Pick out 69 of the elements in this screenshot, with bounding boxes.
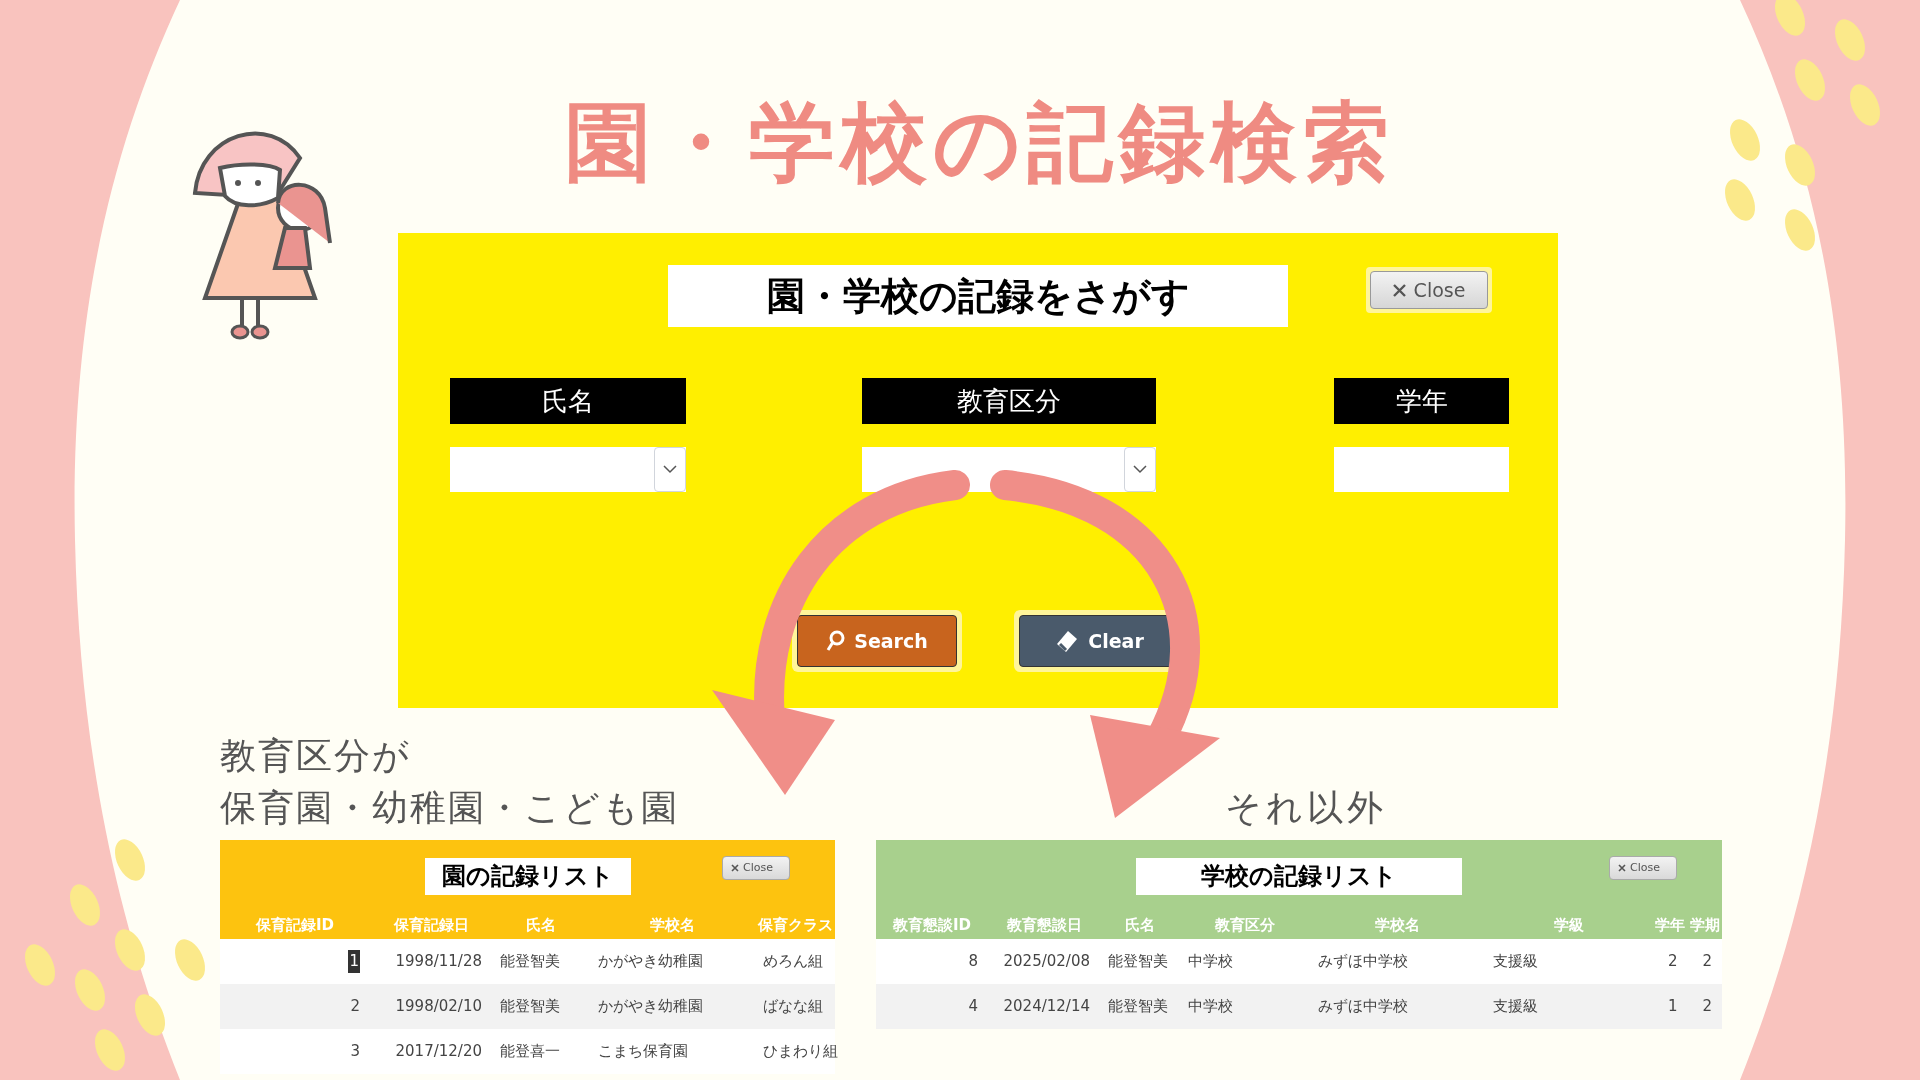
form-title: 園・学校の記録をさがす xyxy=(668,265,1288,327)
table-cell-text: みずほ中学校 xyxy=(1318,996,1408,1018)
column-header: 保育記録ID xyxy=(254,915,335,937)
table-cell-text: 1998/11/28 xyxy=(395,951,482,973)
close-button[interactable]: Close xyxy=(1609,856,1677,880)
close-icon xyxy=(1392,283,1406,297)
table-cell-text: ばなな組 xyxy=(763,996,823,1018)
close-icon xyxy=(731,864,739,872)
table-cell-text: 能登智美 xyxy=(500,951,560,973)
column-header: 学校名 xyxy=(649,915,696,937)
field-label: 教育区分 xyxy=(862,378,1156,424)
page-title: 園・学校の記録検索 xyxy=(565,92,1395,192)
table-cell-text: めろん組 xyxy=(763,951,823,973)
close-icon xyxy=(1618,864,1626,872)
column-header: 保育クラス xyxy=(756,915,834,937)
search-button[interactable]: Search xyxy=(797,615,957,667)
table-cell-text: 1998/02/10 xyxy=(395,996,482,1018)
list-title: 園の記録リスト xyxy=(424,857,631,895)
input-field[interactable] xyxy=(1334,447,1509,492)
column-header: 氏名 xyxy=(525,915,557,937)
caption-text: それ以外 xyxy=(1225,786,1387,830)
table-cell-text: 能登智美 xyxy=(1108,996,1168,1018)
dropdown-button[interactable] xyxy=(654,447,686,492)
chevron-down-icon xyxy=(1133,465,1147,474)
table-cell-text: 4 xyxy=(968,996,978,1018)
chevron-down-icon xyxy=(663,465,677,474)
close-button[interactable]: Close xyxy=(1370,271,1488,309)
table-cell-text: 能登智美 xyxy=(1108,951,1168,973)
caption-text: 保育園・幼稚園・こども園 xyxy=(220,786,680,830)
table-cell-text: 2024/12/14 xyxy=(1003,996,1090,1018)
table-cell-text: 8 xyxy=(968,951,978,973)
table-cell-text: 能登喜一 xyxy=(500,1041,560,1063)
table-cell-text: かがやき幼稚園 xyxy=(598,951,703,973)
table-cell-text: 3 xyxy=(350,1041,360,1063)
table-cell-text: こまち保育園 xyxy=(598,1041,688,1063)
field-label: 氏名 xyxy=(450,378,686,424)
table-cell-text: ひまわり組 xyxy=(763,1041,838,1063)
table-cell-text: 2 xyxy=(1702,951,1712,973)
table-cell-text: 中学校 xyxy=(1188,951,1233,973)
dropdown-button[interactable] xyxy=(1124,447,1156,492)
column-header: 学級 xyxy=(1553,915,1585,937)
table-cell-text: 1 xyxy=(1667,996,1678,1018)
caption-text: 教育区分が xyxy=(220,734,412,778)
column-header: 教育区分 xyxy=(1214,915,1276,937)
table-cell-text: 2 xyxy=(350,996,360,1018)
column-header: 教育懇談ID xyxy=(891,915,972,937)
column-header: 学年 xyxy=(1654,915,1687,937)
table-cell-text: みずほ中学校 xyxy=(1318,951,1408,973)
table-cell-text: かがやき幼稚園 xyxy=(598,996,703,1018)
column-header: 氏名 xyxy=(1124,915,1156,937)
field-label: 学年 xyxy=(1334,378,1509,424)
table-cell-text: 2025/02/08 xyxy=(1003,951,1090,973)
list-title: 学校の記録リスト xyxy=(1136,857,1462,895)
column-header: 学校名 xyxy=(1374,915,1421,937)
table-cell-text: 支援級 xyxy=(1493,951,1538,973)
table-cell-text: 支援級 xyxy=(1493,996,1538,1018)
table-cell-text: 中学校 xyxy=(1188,996,1233,1018)
table-row[interactable]: 2 1998/02/10 能登智美 かがやき幼稚園 ばなな組 xyxy=(220,984,835,1029)
table-cell-text: 能登智美 xyxy=(500,996,560,1018)
column-header: 学期 xyxy=(1688,915,1721,937)
table-cell-text: 2 xyxy=(1702,996,1712,1018)
column-header: 保育記録日 xyxy=(392,915,470,937)
table-row[interactable]: 4 2024/12/14 能登智美 中学校 みずほ中学校 支援級 1 2 xyxy=(876,984,1722,1029)
close-button[interactable]: Close xyxy=(722,856,790,880)
search-icon xyxy=(826,630,847,652)
column-header: 教育懇談日 xyxy=(1005,915,1083,937)
table-cell: 1 xyxy=(348,950,360,973)
table-cell-text: 2017/12/20 xyxy=(395,1041,482,1063)
table-cell-text: 2 xyxy=(1667,951,1678,973)
